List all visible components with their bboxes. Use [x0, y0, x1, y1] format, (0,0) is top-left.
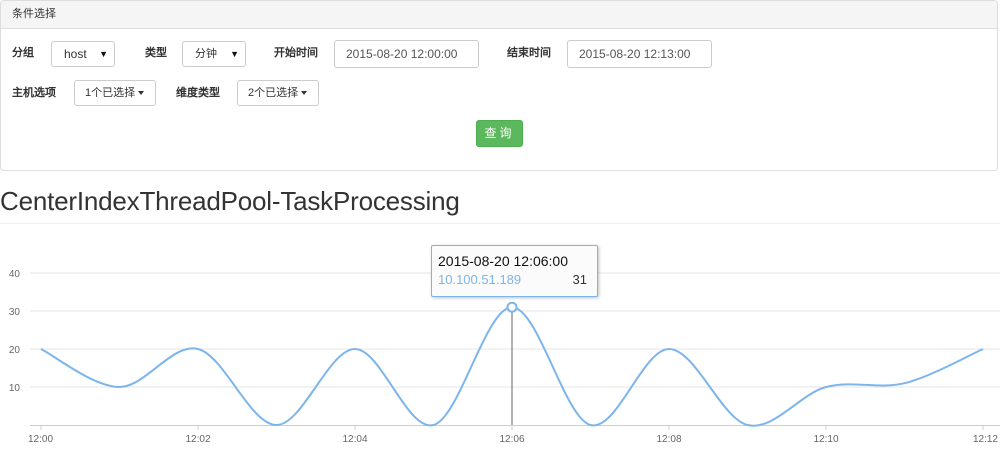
start-time-input[interactable]: 2015-08-20 12:00:00	[334, 40, 479, 68]
dimension-type-value: 2个已选择	[248, 87, 299, 99]
y-tick-label: 20	[9, 345, 21, 356]
end-time-input[interactable]: 2015-08-20 12:13:00	[567, 40, 712, 68]
highlight-point	[506, 301, 518, 313]
dropdown-arrow-icon: ▼	[230, 49, 239, 59]
filter-panel-title: 条件选择	[1, 1, 997, 29]
chart-title: CenterIndexThreadPool-TaskProcessing	[0, 186, 460, 216]
group-select-value: host	[64, 47, 87, 61]
y-tick-label: 40	[9, 269, 21, 280]
query-button[interactable]: 查询	[476, 120, 523, 147]
end-time-label: 结束时间	[507, 47, 551, 59]
x-tick-label: 12:10	[813, 434, 838, 445]
x-tick-label: 12:02	[185, 434, 210, 445]
dropdown-arrow-icon: ▼	[99, 49, 108, 59]
type-select-value: 分钟	[195, 48, 217, 60]
x-tick-label: 12:08	[656, 434, 681, 445]
y-tick-label: 10	[9, 383, 21, 394]
start-time-label: 开始时间	[274, 47, 318, 59]
tooltip-value: 31	[572, 272, 587, 287]
y-tick-label: 30	[9, 307, 21, 318]
x-tick-label: 12:12	[973, 434, 998, 445]
x-tick-label: 12:00	[28, 434, 53, 445]
dimension-type-label: 维度类型	[176, 87, 220, 99]
type-label: 类型	[145, 47, 167, 59]
group-label: 分组	[12, 47, 34, 59]
x-tick-label: 12:06	[499, 434, 524, 445]
x-tick-label: 12:04	[342, 434, 367, 445]
dimension-type-dropdown[interactable]: 2个已选择	[237, 80, 319, 106]
tooltip-time: 2015-08-20 12:06:00	[438, 253, 568, 269]
chart-tooltip: 2015-08-20 12:06:00 10.100.51.189 31	[431, 245, 598, 297]
type-select[interactable]: 分钟 ▼	[182, 41, 246, 67]
host-options-dropdown[interactable]: 1个已选择	[74, 80, 156, 106]
group-select[interactable]: host ▼	[51, 41, 115, 67]
host-options-label: 主机选项	[12, 87, 56, 99]
tooltip-series-name: 10.100.51.189	[438, 272, 522, 287]
caret-down-icon	[301, 91, 308, 96]
host-options-value: 1个已选择	[85, 87, 136, 99]
caret-down-icon	[138, 91, 145, 96]
